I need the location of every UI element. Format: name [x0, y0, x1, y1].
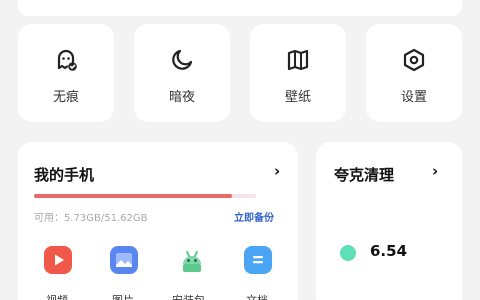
storage-bar-fill [34, 194, 232, 198]
cleaner-status-dot [340, 245, 356, 261]
incognito-label: 无痕 [52, 90, 79, 105]
android-icon [183, 251, 201, 272]
apk-app-label: 安装包 [172, 292, 205, 300]
video-app-button[interactable] [44, 246, 72, 274]
video-app-label: 视频 [46, 292, 68, 300]
hex-gear-icon [403, 48, 425, 72]
document-icon [253, 256, 263, 264]
image-app-button[interactable] [110, 246, 138, 274]
wallpaper-tile[interactable]: 壁纸 [250, 24, 346, 122]
backup-link[interactable]: 立即备份 [234, 209, 274, 224]
image-icon [116, 253, 132, 267]
apk-app-button[interactable] [178, 246, 206, 274]
image-app-label: 图片 [112, 292, 134, 300]
ghost-incognito-icon [57, 49, 77, 71]
night-mode-label: 暗夜 [168, 90, 195, 105]
top-card-edge [18, 0, 462, 16]
incognito-tile[interactable]: 无痕 [18, 24, 114, 122]
video-play-icon [55, 254, 64, 266]
cleaner-title: 夸克清理 [334, 166, 395, 184]
document-app-label: 文档 [246, 292, 268, 300]
storage-text: 可用：5.73GB/51.62GB [34, 213, 148, 224]
cleaner-chevron-icon[interactable]: › [432, 162, 438, 180]
cleaner-value: 6.54 [370, 242, 408, 260]
document-app-button[interactable] [244, 246, 272, 274]
settings-tile[interactable]: 设置 [366, 24, 462, 122]
quick-action-row: 无痕 暗夜 壁纸 设置 [18, 24, 462, 122]
moon-icon [172, 49, 193, 70]
my-phone-title: 我的手机 [34, 166, 95, 184]
my-phone-chevron-icon[interactable]: › [274, 162, 280, 180]
map-wallpaper-icon [287, 49, 309, 71]
settings-label: 设置 [400, 90, 427, 105]
night-mode-tile[interactable]: 暗夜 [134, 24, 230, 122]
wallpaper-label: 壁纸 [284, 90, 311, 105]
